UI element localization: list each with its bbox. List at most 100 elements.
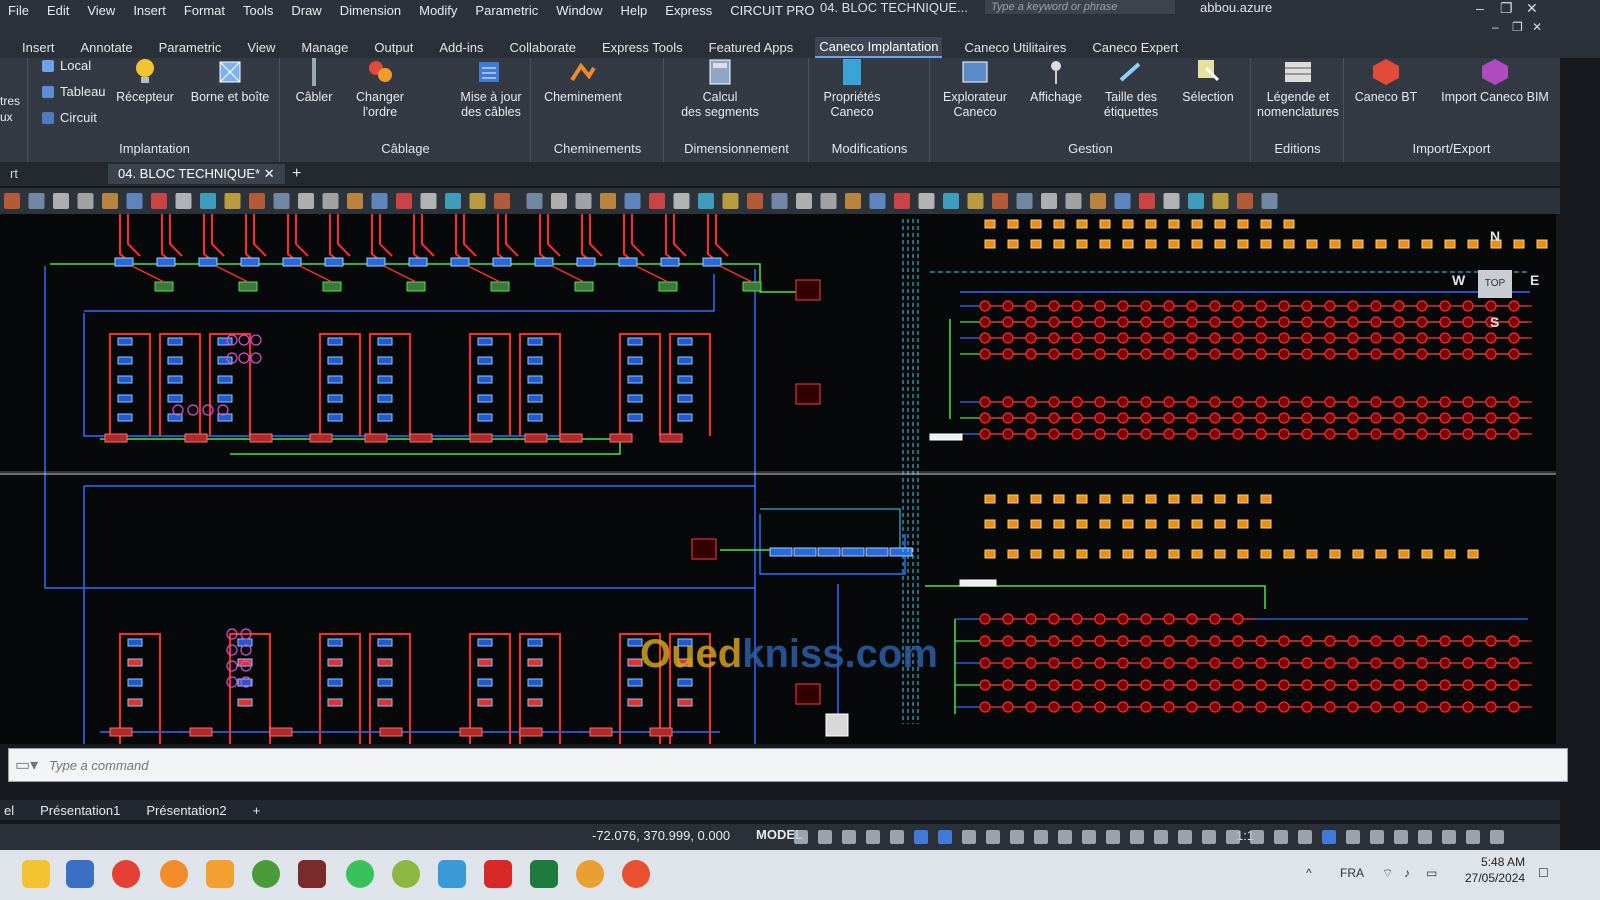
receptor-symbol[interactable] [1025,348,1037,360]
receptor-symbol[interactable] [1301,348,1313,360]
panel-symbol[interactable] [841,547,865,557]
socket-symbol[interactable] [1122,494,1134,504]
caneco-bt-button[interactable]: Caneco BT [1349,58,1423,105]
device-symbol[interactable] [677,394,693,403]
receptor-symbol[interactable] [1117,316,1129,328]
socket-symbol[interactable] [1168,519,1180,529]
receptor-symbol[interactable] [1209,657,1221,669]
device-symbol[interactable] [527,678,543,687]
receptor-symbol[interactable] [979,701,991,713]
acrobat-icon[interactable] [298,860,326,888]
toolbar-tool-icon[interactable] [722,193,739,209]
receptor-symbol[interactable] [1462,412,1474,424]
status-toggle-icon[interactable] [794,830,808,844]
ribbon-tab-caneco-utilitaires[interactable]: Caneco Utilitaires [960,38,1070,57]
changer-ordre-button[interactable]: Changer l'ordre [345,58,415,120]
device-symbol[interactable] [627,413,643,422]
receptor-symbol[interactable] [1278,348,1290,360]
breaker-symbol[interactable] [109,727,133,737]
receptor-symbol[interactable] [1071,348,1083,360]
device-symbol[interactable] [237,698,253,707]
user-account[interactable]: abbou.azure [1200,0,1272,15]
borne-button[interactable]: Borne et boîte [182,58,278,105]
receptor-symbol[interactable] [1278,635,1290,647]
toolbar-tool-icon[interactable] [673,193,690,209]
red-feeder[interactable] [673,214,687,257]
tableau-symbol[interactable] [795,383,821,405]
bus-blue[interactable] [759,514,906,575]
status-toggle-icon[interactable] [1418,830,1432,844]
toolbar-tool-icon[interactable] [845,193,861,209]
receptor-symbol[interactable] [1393,316,1405,328]
toolbar-tool-icon[interactable] [347,193,363,209]
receptor-symbol[interactable] [1209,679,1221,691]
import-bim-button[interactable]: Import Caneco BIM [1435,58,1555,105]
receptor-symbol[interactable] [1048,679,1060,691]
receptor-symbol[interactable] [1232,701,1244,713]
receptor-symbol[interactable] [1485,332,1497,344]
receptor-symbol[interactable] [1117,701,1129,713]
receptor-symbol[interactable] [1416,679,1428,691]
receptor-symbol[interactable] [1485,679,1497,691]
receptor-symbol[interactable] [1462,300,1474,312]
autocad-icon[interactable] [484,860,512,888]
receptor-symbol[interactable] [1094,412,1106,424]
red-feeder[interactable] [665,214,679,265]
receptor-symbol[interactable] [1163,635,1175,647]
receptor-symbol[interactable] [1393,332,1405,344]
socket-symbol[interactable] [1030,519,1042,529]
receptor-symbol[interactable] [1186,396,1198,408]
receptor-symbol[interactable] [1163,332,1175,344]
receptor-symbol[interactable] [1071,396,1083,408]
device-symbol[interactable] [527,337,543,346]
receptor-symbol[interactable] [1117,428,1129,440]
receptor-symbol[interactable] [1094,300,1106,312]
device-symbol[interactable] [127,678,143,687]
device-symbol[interactable] [127,698,143,707]
red-feeder[interactable] [631,214,645,257]
device-symbol[interactable] [627,678,643,687]
receptor-symbol[interactable] [1347,348,1359,360]
ribbon-tab-caneco-expert[interactable]: Caneco Expert [1088,38,1182,57]
socket-symbol[interactable] [1467,239,1479,249]
socket-symbol[interactable] [1191,519,1203,529]
receptor-symbol[interactable] [1186,613,1198,625]
toolbar-tool-icon[interactable] [1114,193,1131,209]
toolbar-tool-icon[interactable] [420,193,437,209]
receptor-symbol[interactable] [1508,701,1520,713]
receptor-symbol[interactable] [1232,679,1244,691]
socket-symbol[interactable] [1306,549,1318,559]
receptor-symbol[interactable] [1462,348,1474,360]
red-feeder[interactable] [707,214,721,265]
panel-symbol[interactable] [817,547,841,557]
panel-symbol[interactable] [450,257,470,267]
device-symbol[interactable] [627,356,643,365]
socket-symbol[interactable] [1214,239,1226,249]
explorateur-button[interactable]: Explorateur Caneco [937,58,1013,120]
status-toggle-icon[interactable] [1250,830,1264,844]
receptor-symbol[interactable] [1255,657,1267,669]
ribbon-tab-annotate[interactable]: Annotate [77,38,137,57]
device-symbol[interactable] [117,394,133,403]
socket-symbol[interactable] [1191,494,1203,504]
receptor-symbol[interactable] [1255,396,1267,408]
receptor-symbol[interactable] [1485,635,1497,647]
device-symbol[interactable] [167,337,183,346]
toolbar-tool-icon[interactable] [298,193,314,209]
red-riser[interactable] [229,633,271,744]
receptor-symbol[interactable] [1025,613,1037,625]
receptor-symbol[interactable] [1278,396,1290,408]
receptor-symbol[interactable] [1186,701,1198,713]
device-symbol[interactable] [377,356,393,365]
receptor-symbol[interactable] [1025,428,1037,440]
motor-symbol[interactable] [226,644,238,656]
receptor-symbol[interactable] [1485,300,1497,312]
layout-tab-0[interactable]: el [4,803,14,818]
device-symbol[interactable] [477,394,493,403]
receptor-symbol[interactable] [1048,635,1060,647]
receptor-symbol[interactable] [1462,316,1474,328]
receptor-symbol[interactable] [1255,316,1267,328]
toolbar-tool-icon[interactable] [967,193,984,209]
receptor-symbol[interactable] [1439,348,1451,360]
drawing-canvas[interactable]: Ouedkniss.com [0,214,1556,744]
